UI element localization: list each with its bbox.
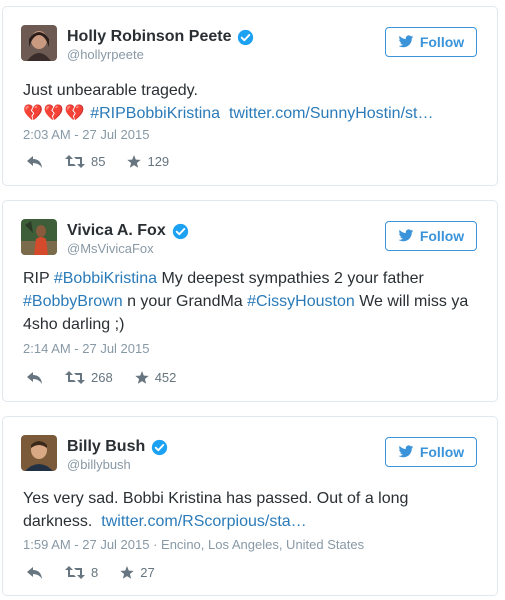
timestamp[interactable]: 2:14 AM - 27 Jul 2015: [23, 341, 149, 356]
retweet-icon: [65, 566, 85, 579]
verified-badge-icon: [238, 29, 254, 45]
avatar[interactable]: [21, 219, 57, 255]
tweet-text-line: 💔💔💔 #RIPBobbiKristina twitter.com/SunnyH…: [23, 102, 483, 125]
timestamp[interactable]: 1:59 AM - 27 Jul 2015 · Encino, Los Ange…: [23, 537, 364, 552]
author-name[interactable]: Holly Robinson Peete: [67, 28, 254, 46]
follow-button[interactable]: Follow: [385, 437, 477, 467]
author-name[interactable]: Vivica A. Fox: [67, 222, 189, 240]
favorite-count: 452: [154, 370, 177, 385]
favorite-count: 27: [140, 565, 155, 580]
author-handle[interactable]: @billybush: [67, 457, 131, 472]
tweet-text-segment: darkness.: [23, 513, 93, 530]
retweet-icon: [65, 155, 85, 168]
tweet-card-hollyrpeete: Holly Robinson Peete @hollyrpeete Follow…: [2, 6, 498, 186]
hashtag-link[interactable]: #RIPBobbiKristina: [90, 105, 220, 122]
retweet-count: 268: [91, 370, 113, 385]
retweet-icon: [65, 371, 85, 384]
broken-heart-icon: 💔💔💔: [23, 105, 86, 122]
tweet-text-line: darkness. twitter.com/RScorpious/sta…: [23, 510, 483, 533]
author-name-text[interactable]: Vivica A. Fox: [67, 222, 166, 240]
author-name-text[interactable]: Billy Bush: [67, 438, 145, 456]
retweet-action[interactable]: 85: [65, 154, 105, 169]
follow-label: Follow: [419, 228, 465, 244]
retweet-action[interactable]: 268: [65, 370, 113, 385]
reply-action[interactable]: [27, 155, 43, 168]
reply-icon: [27, 371, 42, 384]
tweet-actions: 85 129: [27, 154, 191, 169]
reply-icon: [27, 566, 42, 579]
tweet-link[interactable]: twitter.com/SunnyHostin/st…: [229, 105, 434, 122]
tweet-text-line: #BobbyBrown n your GrandMa #CissyHouston…: [23, 290, 483, 313]
tweet-text-line: 4sho darling ;): [23, 316, 125, 333]
author-name[interactable]: Billy Bush: [67, 438, 168, 456]
follow-label: Follow: [419, 444, 465, 460]
tweet-text: Yes very sad. Bobbi Kristina has passed.…: [23, 487, 483, 533]
follow-button[interactable]: Follow: [385, 221, 477, 251]
favorite-star-icon: [135, 370, 149, 384]
tweet-card-msvivicafox: Vivica A. Fox @MsVivicaFox Follow RIP #B…: [2, 200, 498, 402]
tweet-actions: 268 452: [27, 370, 198, 385]
retweet-action[interactable]: 8: [65, 565, 98, 580]
tweet-link[interactable]: twitter.com/RScorpious/sta…: [101, 513, 306, 530]
favorite-action[interactable]: 452: [135, 370, 177, 385]
twitter-bird-icon: [398, 229, 414, 242]
reply-action[interactable]: [27, 371, 43, 384]
tweet-card-billybush: Billy Bush @billybush Follow Yes very sa…: [2, 416, 498, 596]
favorite-count: 129: [147, 154, 170, 169]
tweet-text-segment: My deepest sympathies 2 your father: [161, 270, 424, 287]
tweet-actions: 8 27: [27, 565, 177, 580]
verified-badge-icon: [152, 439, 168, 455]
author-handle[interactable]: @hollyrpeete: [67, 47, 144, 62]
tweet-text: RIP #BobbiKristina My deepest sympathies…: [23, 267, 483, 336]
tweet-text-line: Yes very sad. Bobbi Kristina has passed.…: [23, 490, 409, 507]
author-handle[interactable]: @MsVivicaFox: [67, 241, 154, 256]
favorite-star-icon: [127, 154, 142, 168]
favorite-action[interactable]: 27: [120, 565, 155, 580]
retweet-count: 85: [91, 154, 106, 169]
author-name-text[interactable]: Holly Robinson Peete: [67, 28, 231, 46]
tweet-text-segment: We will miss ya: [359, 293, 469, 310]
twitter-bird-icon: [398, 445, 414, 458]
favorite-star-icon: [120, 565, 134, 579]
avatar[interactable]: [21, 435, 57, 471]
hashtag-link[interactable]: #BobbiKristina: [54, 270, 157, 287]
retweet-count: 8: [91, 565, 99, 580]
tweet-text-line: Just unbearable tragedy.: [23, 82, 198, 99]
hashtag-link[interactable]: #BobbyBrown: [23, 293, 123, 310]
avatar[interactable]: [21, 25, 57, 61]
tweet-text-segment: RIP: [23, 270, 50, 287]
reply-icon: [27, 155, 42, 168]
hashtag-link[interactable]: #CissyHouston: [247, 293, 355, 310]
timestamp[interactable]: 2:03 AM - 27 Jul 2015: [23, 127, 149, 142]
tweet-text: Just unbearable tragedy. 💔💔💔 #RIPBobbiKr…: [23, 79, 483, 125]
twitter-bird-icon: [398, 35, 414, 48]
follow-label: Follow: [419, 34, 465, 50]
tweet-text-segment: n your GrandMa: [127, 293, 243, 310]
tweet-text-line: RIP #BobbiKristina My deepest sympathies…: [23, 267, 483, 290]
reply-action[interactable]: [27, 566, 43, 579]
follow-button[interactable]: Follow: [385, 27, 477, 57]
favorite-action[interactable]: 129: [127, 154, 169, 169]
verified-badge-icon: [172, 223, 188, 239]
